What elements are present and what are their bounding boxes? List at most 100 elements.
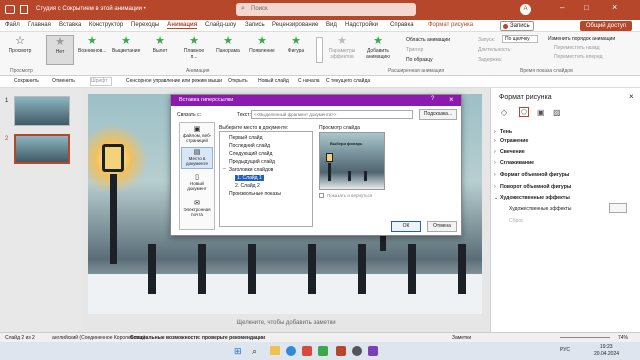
tree-item[interactable]: Заголовки слайдов — [229, 167, 273, 173]
dialog-help-icon[interactable]: ? — [431, 96, 434, 102]
from-start-button[interactable]: С начала — [298, 78, 320, 84]
tab-animations[interactable]: Анимация — [167, 22, 198, 29]
text-input[interactable]: <<Выделенный фрагмент документа>> — [251, 110, 413, 119]
move-later-button[interactable]: Переместить вперед — [554, 54, 603, 60]
tab-file[interactable]: Файл — [5, 22, 20, 28]
add-animation-button[interactable]: ★ Добавить анимацию — [364, 35, 392, 65]
link-place-in-doc[interactable]: ▤ Место в документе — [181, 147, 213, 169]
close-window-icon[interactable]: × — [612, 2, 617, 12]
notes-toggle[interactable]: Заметки — [452, 335, 471, 341]
start-select[interactable]: По щелчку — [502, 35, 538, 43]
new-slide-button[interactable]: Новый слайд — [258, 78, 289, 84]
layout-icon[interactable]: ▣ — [537, 108, 545, 117]
share-button[interactable]: Общий доступ — [580, 21, 632, 31]
anim-pan[interactable]: ★ Панорама — [214, 35, 242, 65]
windows-start-icon[interactable]: ⊞ — [234, 346, 242, 357]
anim-fly-in[interactable]: ★ Вылет — [146, 35, 174, 65]
tree-item[interactable]: Предыдущий слайд — [229, 159, 275, 165]
preview-post — [364, 171, 367, 181]
pane-section-glow[interactable]: Свечение — [500, 149, 525, 155]
undo-button[interactable]: Отменить — [52, 78, 75, 84]
tab-addins[interactable]: Надстройки — [345, 22, 378, 28]
zoom-level[interactable]: 74% — [618, 335, 628, 341]
powerpoint-icon[interactable] — [336, 346, 346, 356]
file-explorer-icon[interactable] — [270, 346, 280, 355]
fill-line-icon[interactable]: ◇ — [501, 108, 507, 117]
trigger-link[interactable]: Триггер — [406, 47, 423, 53]
anim-painter-link[interactable]: По образцу — [406, 57, 433, 63]
tab-view[interactable]: Вид — [326, 22, 337, 28]
input-language[interactable]: РУС — [560, 347, 570, 353]
touch-mode-select[interactable]: Сенсорное управление или режим мыши — [126, 78, 222, 84]
app-icon[interactable] — [302, 346, 312, 356]
tree-item[interactable]: Следующий слайд — [229, 151, 272, 157]
accessibility-status[interactable]: Специальные возможности: проверьте реком… — [130, 335, 265, 341]
link-new-document[interactable]: ▯ Новый документ — [181, 173, 213, 195]
tree-item[interactable]: 2. Слайд 2 — [235, 183, 260, 189]
anim-shape[interactable]: ★ Фигура — [282, 35, 310, 65]
effect-options-button[interactable]: ★ Параметры эффектов — [328, 35, 356, 65]
gallery-scroll[interactable] — [316, 37, 323, 63]
app-icon[interactable] — [368, 346, 378, 356]
ok-button[interactable]: ОК — [391, 221, 421, 232]
animation-pane-link[interactable]: Область анимации — [406, 37, 450, 43]
tab-insert[interactable]: Вставка — [59, 22, 81, 28]
tree-item[interactable]: Первый слайд — [229, 135, 263, 141]
effects-icon[interactable]: ⬠ — [519, 107, 529, 117]
maximize-icon[interactable]: □ — [584, 3, 589, 12]
anim-appear[interactable]: ★ Возникнов... — [78, 35, 106, 65]
artistic-effects-dropdown[interactable] — [609, 203, 627, 213]
app-icon[interactable] — [352, 346, 362, 356]
picture-icon[interactable]: ▨ — [553, 108, 561, 117]
record-button[interactable]: Запись — [500, 21, 534, 31]
save-icon[interactable] — [20, 5, 28, 14]
pane-section-shadow[interactable]: Тень — [500, 129, 512, 135]
screentip-button[interactable]: Подсказка... — [419, 109, 457, 120]
show-return-checkbox[interactable] — [319, 193, 324, 198]
preview-button[interactable]: ☆ Просмотр — [6, 35, 34, 65]
account-avatar[interactable]: A — [520, 4, 531, 15]
tab-review[interactable]: Рецензирование — [272, 22, 318, 28]
tree-item[interactable]: Произвольные показы — [229, 191, 281, 197]
dialog-close-icon[interactable]: × — [449, 95, 454, 104]
tab-picture-format[interactable]: Формат рисунка — [428, 22, 473, 28]
reset-button[interactable]: Сброс — [509, 218, 524, 224]
tree-collapse-icon[interactable]: − — [223, 166, 226, 172]
browser-icon[interactable] — [286, 346, 296, 356]
autosave-icon[interactable] — [5, 5, 15, 14]
move-earlier-button[interactable]: Переместить назад — [554, 45, 600, 51]
search-box[interactable]: ⌕ Поиск — [236, 3, 416, 16]
pane-section-3d-rotation[interactable]: Поворот объемной фигуры — [500, 184, 571, 190]
tab-record[interactable]: Запись — [245, 22, 265, 28]
cancel-button[interactable]: Отмена — [427, 221, 457, 232]
tab-transitions[interactable]: Переходы — [131, 22, 159, 28]
tree-item-selected[interactable]: 1. Слайд 1 — [235, 175, 264, 181]
notes-placeholder[interactable]: Щелкните, чтобы добавить заметки — [82, 320, 490, 326]
tab-help[interactable]: Справка — [390, 22, 414, 28]
pane-section-soft-edges[interactable]: Сглаживание — [500, 160, 534, 166]
slide-thumbnail-2[interactable] — [14, 134, 70, 164]
save-button[interactable]: Сохранить — [14, 78, 39, 84]
pane-section-reflection[interactable]: Отражение — [500, 138, 528, 144]
tab-slideshow[interactable]: Слайд-шоу — [205, 22, 236, 28]
font-input[interactable]: Шрифт — [90, 77, 112, 86]
tab-design[interactable]: Конструктор — [89, 22, 123, 28]
tree-item[interactable]: Последний слайд — [229, 143, 270, 149]
anim-float-in[interactable]: ★ Плавное п... — [180, 35, 208, 65]
slide-thumbnail-1[interactable] — [14, 96, 70, 126]
zoom-slider[interactable] — [560, 337, 610, 338]
anim-none[interactable]: ★ Нет — [46, 35, 74, 65]
search-taskbar-icon[interactable]: ⌕ — [252, 346, 257, 357]
anim-fade[interactable]: ★ Выцветание — [112, 35, 140, 65]
open-button[interactable]: Открыть — [228, 78, 248, 84]
link-existing-file[interactable]: ▣ файлом, веб-страницей — [181, 125, 213, 145]
link-email[interactable]: ✉ Электронная почта — [181, 199, 213, 221]
from-current-button[interactable]: С текущего слайда — [326, 78, 370, 84]
anim-appearance[interactable]: ★ Появление — [248, 35, 276, 65]
pane-close-icon[interactable]: × — [629, 92, 634, 101]
tab-home[interactable]: Главная — [28, 22, 51, 28]
app-icon[interactable] — [318, 346, 328, 356]
minimize-icon[interactable]: – — [560, 3, 564, 12]
pane-section-artistic[interactable]: Художественные эффекты — [500, 195, 570, 201]
pane-section-3d-format[interactable]: Формат объемной фигуры — [500, 172, 569, 178]
